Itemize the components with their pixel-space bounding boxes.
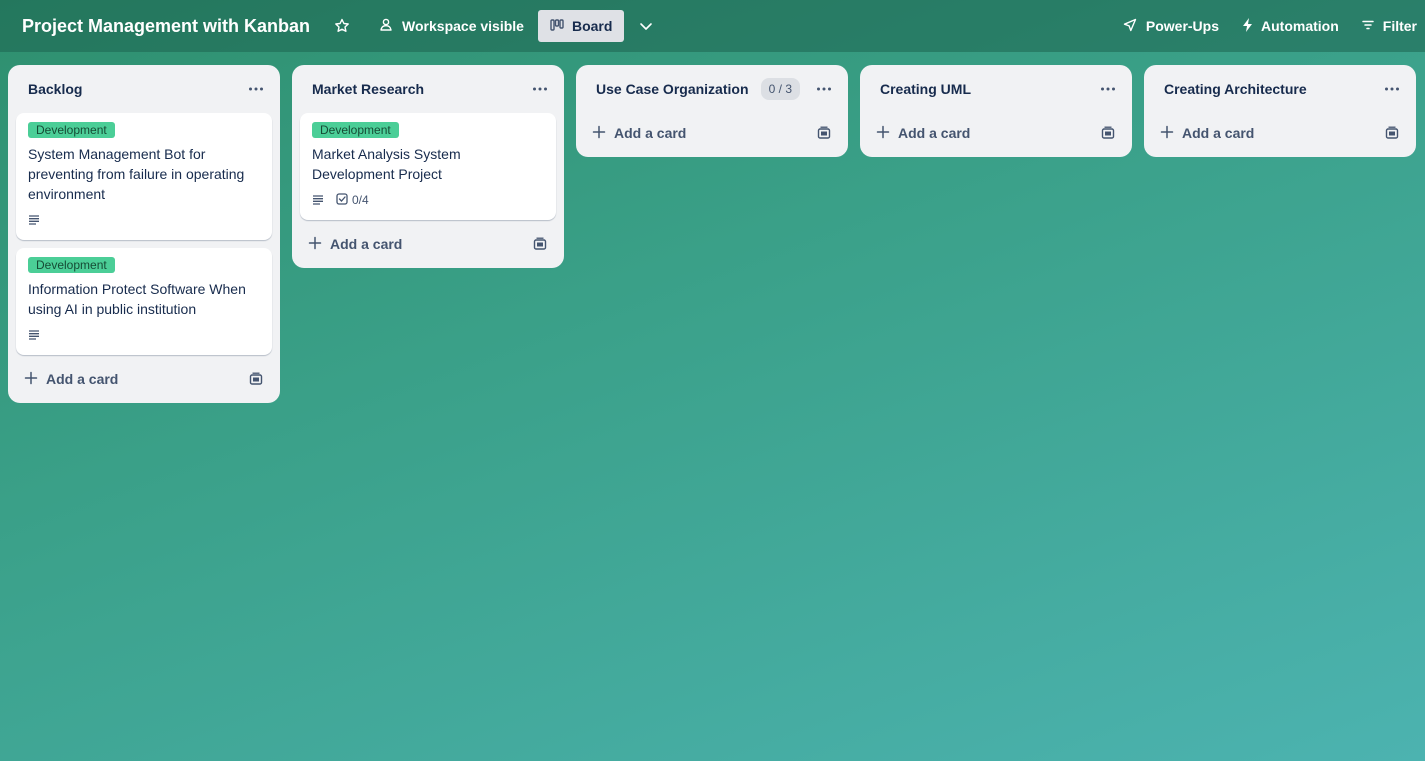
add-card-label: Add a card bbox=[330, 236, 403, 252]
list-title[interactable]: Creating UML bbox=[880, 81, 1096, 97]
list-header: Market Research bbox=[292, 65, 564, 113]
list-backlog[interactable]: Backlog Development System Management Bo… bbox=[8, 65, 280, 403]
more-icon[interactable] bbox=[812, 77, 836, 101]
list-title[interactable]: Backlog bbox=[28, 81, 244, 97]
template-icon[interactable] bbox=[528, 232, 552, 256]
list-header: Use Case Organization 0 / 3 bbox=[576, 65, 848, 113]
plus-icon bbox=[876, 125, 890, 142]
card-label[interactable]: Development bbox=[28, 257, 115, 273]
filter-label: Filter bbox=[1382, 18, 1417, 34]
template-icon[interactable] bbox=[1096, 121, 1120, 145]
plus-icon bbox=[308, 236, 322, 253]
template-icon[interactable] bbox=[812, 121, 836, 145]
list-footer: Add a card bbox=[576, 113, 848, 153]
add-card-button[interactable]: Add a card bbox=[592, 125, 812, 142]
card[interactable]: Development Information Protect Software… bbox=[16, 248, 272, 355]
list-header: Creating UML bbox=[860, 65, 1132, 113]
checklist-icon bbox=[336, 192, 348, 208]
card-list: Development Market Analysis System Devel… bbox=[292, 113, 564, 220]
add-card-label: Add a card bbox=[898, 125, 971, 141]
list-title[interactable]: Use Case Organization bbox=[596, 81, 761, 97]
lightning-icon bbox=[1241, 17, 1253, 36]
powerups-label: Power-Ups bbox=[1145, 18, 1219, 34]
list-title[interactable]: Market Research bbox=[312, 81, 528, 97]
plus-icon bbox=[24, 371, 38, 388]
list-footer: Add a card bbox=[8, 359, 280, 399]
list-footer: Add a card bbox=[292, 224, 564, 264]
card-badges bbox=[28, 325, 260, 345]
add-card-label: Add a card bbox=[46, 371, 119, 387]
list-header: Backlog bbox=[8, 65, 280, 113]
more-icon[interactable] bbox=[1096, 77, 1120, 101]
description-icon bbox=[312, 195, 324, 205]
card-label[interactable]: Development bbox=[28, 122, 115, 138]
add-card-label: Add a card bbox=[614, 125, 687, 141]
board-icon bbox=[550, 18, 564, 35]
list-header: Creating Architecture bbox=[1144, 65, 1416, 113]
star-icon[interactable] bbox=[332, 16, 352, 36]
chevron-down-icon[interactable] bbox=[636, 16, 656, 36]
card[interactable]: Development System Management Bot for pr… bbox=[16, 113, 272, 240]
list-creating-architecture[interactable]: Creating Architecture Add a card bbox=[1144, 65, 1416, 157]
list-market-research[interactable]: Market Research Development Market Analy… bbox=[292, 65, 564, 268]
card-title: Information Protect Software When using … bbox=[28, 281, 246, 317]
add-card-button[interactable]: Add a card bbox=[24, 371, 244, 388]
template-icon[interactable] bbox=[1380, 121, 1404, 145]
list-footer: Add a card bbox=[1144, 113, 1416, 153]
board-view-button[interactable]: Board bbox=[537, 10, 625, 42]
visibility-button[interactable]: Workspace visible bbox=[370, 10, 532, 42]
board-lists: Backlog Development System Management Bo… bbox=[8, 65, 1416, 403]
description-icon bbox=[28, 215, 40, 225]
card-title: Market Analysis System Development Proje… bbox=[312, 146, 461, 182]
add-card-label: Add a card bbox=[1182, 125, 1255, 141]
template-icon[interactable] bbox=[244, 367, 268, 391]
more-icon[interactable] bbox=[244, 77, 268, 101]
description-icon bbox=[28, 330, 40, 340]
checklist-count: 0/4 bbox=[352, 193, 369, 207]
more-icon[interactable] bbox=[528, 77, 552, 101]
list-title[interactable]: Creating Architecture bbox=[1164, 81, 1380, 97]
card-title: System Management Bot for preventing fro… bbox=[28, 146, 245, 202]
list-use-case-organization[interactable]: Use Case Organization 0 / 3 Add a card bbox=[576, 65, 848, 157]
powerups-button[interactable]: Power-Ups bbox=[1114, 10, 1227, 42]
card-badges: 0/4 bbox=[312, 190, 544, 210]
card-badges bbox=[28, 210, 260, 230]
more-icon[interactable] bbox=[1380, 77, 1404, 101]
add-card-button[interactable]: Add a card bbox=[876, 125, 1096, 142]
visibility-label: Workspace visible bbox=[402, 18, 524, 34]
filter-button[interactable]: Filter bbox=[1353, 10, 1425, 42]
rocket-icon bbox=[1122, 17, 1138, 36]
people-icon bbox=[378, 17, 394, 36]
filter-icon bbox=[1361, 18, 1375, 35]
add-card-button[interactable]: Add a card bbox=[308, 236, 528, 253]
card-limit-badge: 0 / 3 bbox=[760, 78, 800, 100]
plus-icon bbox=[1160, 125, 1174, 142]
header-actions: Power-Ups Automation Filter bbox=[1114, 0, 1425, 52]
add-card-button[interactable]: Add a card bbox=[1160, 125, 1380, 142]
card[interactable]: Development Market Analysis System Devel… bbox=[300, 113, 556, 220]
list-creating-uml[interactable]: Creating UML Add a card bbox=[860, 65, 1132, 157]
card-label[interactable]: Development bbox=[312, 122, 399, 138]
board-view-label: Board bbox=[571, 18, 613, 34]
checklist-badge: 0/4 bbox=[336, 192, 369, 208]
board-title[interactable]: Project Management with Kanban bbox=[22, 16, 310, 37]
automation-button[interactable]: Automation bbox=[1233, 10, 1347, 42]
board-header: Project Management with Kanban Workspace… bbox=[0, 0, 1425, 52]
card-list: Development System Management Bot for pr… bbox=[8, 113, 280, 355]
plus-icon bbox=[592, 125, 606, 142]
automation-label: Automation bbox=[1261, 18, 1339, 34]
list-footer: Add a card bbox=[860, 113, 1132, 153]
